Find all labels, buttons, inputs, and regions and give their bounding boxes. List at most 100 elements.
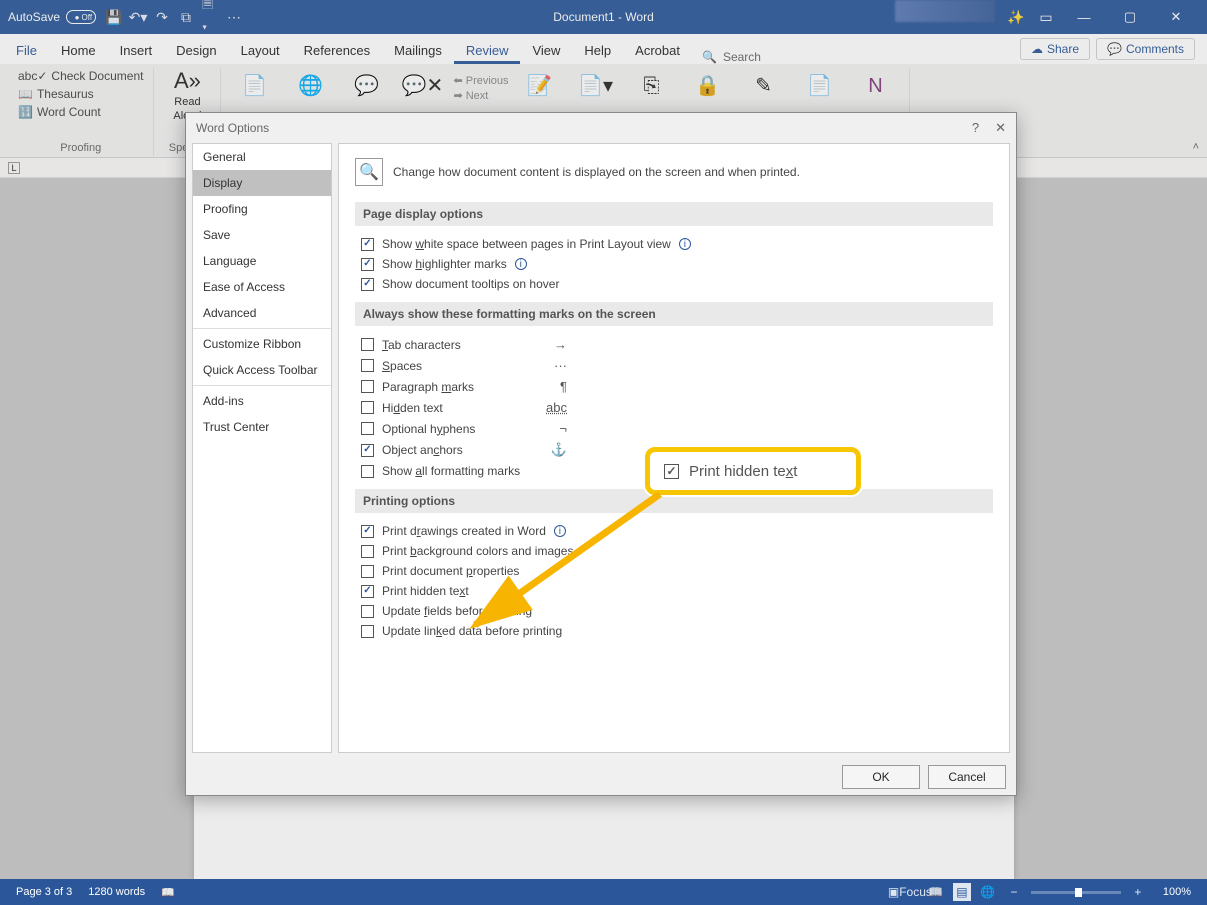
translate-button[interactable]: 🌐 <box>285 74 335 98</box>
sidebar-item-save[interactable]: Save <box>193 222 331 248</box>
dialog-close-button[interactable]: ✕ <box>995 120 1006 136</box>
tab-references[interactable]: References <box>292 37 382 64</box>
info-icon[interactable]: i <box>515 258 527 270</box>
tab-selector[interactable]: L <box>8 162 20 174</box>
next-comment-button[interactable]: ➡ Next <box>453 89 508 102</box>
checkbox-icon[interactable] <box>361 565 374 578</box>
checkbox-icon[interactable] <box>361 585 374 598</box>
sidebar-item-trust-center[interactable]: Trust Center <box>193 414 331 440</box>
protect-button[interactable]: 🔒 <box>683 74 733 98</box>
opt-paragraph-marks[interactable]: Paragraph marks¶ <box>355 376 993 397</box>
minimize-button[interactable]: — <box>1061 0 1107 34</box>
checkbox-icon[interactable] <box>361 465 374 478</box>
opt-show-whitespace[interactable]: Show white space between pages in Print … <box>355 234 993 254</box>
undo-icon[interactable]: ↶▾ <box>130 9 146 25</box>
checkbox-icon[interactable] <box>361 525 374 538</box>
share-button[interactable]: ☁Share <box>1020 38 1090 60</box>
focus-mode-button[interactable]: ▣ Focus <box>901 883 919 901</box>
word-count-indicator[interactable]: 1280 words <box>80 886 153 898</box>
opt-show-tooltips[interactable]: Show document tooltips on hover <box>355 274 993 294</box>
sidebar-item-proofing[interactable]: Proofing <box>193 196 331 222</box>
checkbox-icon[interactable] <box>361 625 374 638</box>
thesaurus-button[interactable]: 📖Thesaurus <box>16 86 145 102</box>
opt-print-properties[interactable]: Print document properties <box>355 561 993 581</box>
spellcheck-status-icon[interactable]: 📖 <box>153 886 183 899</box>
onenote-button[interactable]: N <box>851 74 901 98</box>
tab-mailings[interactable]: Mailings <box>382 37 454 64</box>
changes-button[interactable]: 📄▾ <box>571 74 621 98</box>
opt-optional-hyphens[interactable]: Optional hyphens¬ <box>355 418 993 439</box>
checkbox-icon[interactable] <box>361 605 374 618</box>
help-button[interactable]: ? <box>972 120 979 136</box>
info-icon[interactable]: i <box>554 525 566 537</box>
user-account[interactable] <box>895 0 995 22</box>
search-box[interactable]: 🔍 Search <box>692 50 771 64</box>
compare-button[interactable]: ⎘ <box>627 74 677 98</box>
sidebar-item-general[interactable]: General <box>193 144 331 170</box>
opt-hidden-text[interactable]: Hidden textabc <box>355 397 993 418</box>
tab-layout[interactable]: Layout <box>229 37 292 64</box>
checkbox-icon[interactable] <box>361 278 374 291</box>
checkbox-icon[interactable] <box>361 359 374 372</box>
touch-mode-icon[interactable]: ⧉ <box>178 9 194 25</box>
tab-help[interactable]: Help <box>572 37 623 64</box>
delete-comment-button[interactable]: 💬✕ <box>397 74 447 98</box>
opt-update-fields[interactable]: Update fields before printing <box>355 601 993 621</box>
ink-button[interactable]: ✎ <box>739 74 789 98</box>
zoom-level[interactable]: 100% <box>1155 886 1199 898</box>
opt-show-highlighter[interactable]: Show highlighter marksi <box>355 254 993 274</box>
check-document-button[interactable]: abc✓Check Document <box>16 68 145 84</box>
autosave-toggle[interactable]: AutoSave ●Off <box>8 10 96 24</box>
checkbox-icon[interactable] <box>361 444 374 457</box>
accessibility-button[interactable]: 📄 <box>229 74 279 98</box>
checkbox-icon[interactable] <box>361 238 374 251</box>
page-indicator[interactable]: Page 3 of 3 <box>8 886 80 898</box>
toggle-off[interactable]: ●Off <box>66 10 96 24</box>
coming-soon-icon[interactable]: ✨ <box>1001 0 1031 34</box>
previous-comment-button[interactable]: ⬅ Previous <box>453 74 508 87</box>
comments-button[interactable]: 💬Comments <box>1096 38 1195 60</box>
maximize-button[interactable]: ▢ <box>1107 0 1153 34</box>
tab-design[interactable]: Design <box>164 37 228 64</box>
tab-file[interactable]: File <box>4 37 49 64</box>
opt-print-hidden-text[interactable]: Print hidden text <box>355 581 993 601</box>
tab-home[interactable]: Home <box>49 37 108 64</box>
opt-update-linked[interactable]: Update linked data before printing <box>355 621 993 641</box>
qat-more-icon[interactable]: ⋯ <box>226 9 242 25</box>
ok-button[interactable]: OK <box>842 765 920 789</box>
zoom-in-button[interactable]: + <box>1129 883 1147 901</box>
checkbox-icon[interactable] <box>361 401 374 414</box>
track-changes-button[interactable]: 📝 <box>515 74 565 98</box>
new-icon[interactable]: 🗎▾ <box>202 9 218 25</box>
close-button[interactable]: ✕ <box>1153 0 1199 34</box>
opt-print-drawings[interactable]: Print drawings created in Wordi <box>355 521 993 541</box>
print-layout-icon[interactable]: ▤ <box>953 883 971 901</box>
new-comment-button[interactable]: 💬 <box>341 74 391 98</box>
sidebar-item-addins[interactable]: Add-ins <box>193 388 331 414</box>
word-count-button[interactable]: 🔢Word Count <box>16 104 145 120</box>
sidebar-item-ease-of-access[interactable]: Ease of Access <box>193 274 331 300</box>
zoom-slider[interactable] <box>1031 891 1121 894</box>
checkbox-icon[interactable] <box>361 422 374 435</box>
opt-print-background[interactable]: Print background colors and images <box>355 541 993 561</box>
save-icon[interactable]: 💾 <box>106 9 122 25</box>
redo-icon[interactable]: ↷ <box>154 9 170 25</box>
checkbox-icon[interactable] <box>361 545 374 558</box>
checkbox-icon[interactable] <box>361 380 374 393</box>
sidebar-item-advanced[interactable]: Advanced <box>193 300 331 326</box>
zoom-out-button[interactable]: − <box>1005 883 1023 901</box>
web-layout-icon[interactable]: 🌐 <box>979 883 997 901</box>
ribbon-display-icon[interactable]: ▭ <box>1031 0 1061 34</box>
tab-review[interactable]: Review <box>454 37 521 64</box>
tab-insert[interactable]: Insert <box>108 37 165 64</box>
sidebar-item-language[interactable]: Language <box>193 248 331 274</box>
sidebar-item-customize-ribbon[interactable]: Customize Ribbon <box>193 331 331 357</box>
opt-spaces[interactable]: Spaces··· <box>355 355 993 376</box>
resume-button[interactable]: 📄 <box>795 74 845 98</box>
read-mode-icon[interactable]: 📖 <box>927 883 945 901</box>
tab-view[interactable]: View <box>520 37 572 64</box>
checkbox-icon[interactable] <box>361 338 374 351</box>
sidebar-item-qat[interactable]: Quick Access Toolbar <box>193 357 331 383</box>
collapse-ribbon-button[interactable]: ˄ <box>1193 141 1199 153</box>
opt-tab-chars[interactable]: Tab characters→ <box>355 334 993 355</box>
